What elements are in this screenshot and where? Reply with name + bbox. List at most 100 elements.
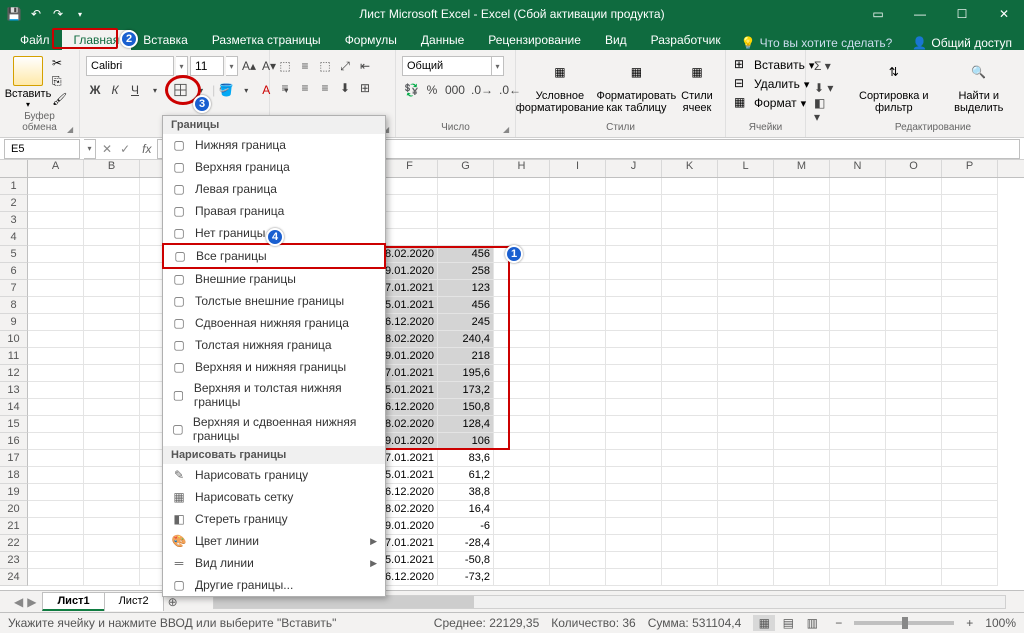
decrease-indent-icon[interactable]: ⇤: [356, 56, 374, 76]
cell[interactable]: [28, 212, 84, 229]
cell[interactable]: [494, 399, 550, 416]
cell[interactable]: [550, 399, 606, 416]
cell[interactable]: [774, 467, 830, 484]
borders-menu-item[interactable]: ▢Толстая нижняя граница: [163, 334, 385, 356]
cell[interactable]: [494, 212, 550, 229]
cell[interactable]: [606, 467, 662, 484]
cell[interactable]: [84, 467, 140, 484]
borders-draw-item[interactable]: ═Вид линии▶: [163, 552, 385, 574]
col-header-F[interactable]: F: [382, 160, 438, 177]
cell[interactable]: [550, 348, 606, 365]
cell[interactable]: [886, 314, 942, 331]
cell[interactable]: [662, 433, 718, 450]
fill-color-dropdown-icon[interactable]: ▾: [237, 80, 255, 100]
cell[interactable]: 195,6: [438, 365, 494, 382]
cell[interactable]: [494, 365, 550, 382]
cell[interactable]: [84, 348, 140, 365]
cell[interactable]: [830, 331, 886, 348]
cell[interactable]: [886, 280, 942, 297]
tab-разработчик[interactable]: Разработчик: [639, 30, 733, 50]
cell[interactable]: [606, 314, 662, 331]
cell[interactable]: [942, 178, 998, 195]
underline-dropdown-icon[interactable]: ▾: [146, 80, 164, 100]
wrap-text-icon[interactable]: ⬇: [336, 78, 354, 98]
cell[interactable]: [662, 416, 718, 433]
sheet-nav-next-icon[interactable]: ▶: [27, 595, 36, 609]
cell[interactable]: [28, 569, 84, 586]
cell[interactable]: [28, 246, 84, 263]
cell[interactable]: [382, 212, 438, 229]
cell[interactable]: [438, 195, 494, 212]
cell[interactable]: -6: [438, 518, 494, 535]
cell[interactable]: [550, 365, 606, 382]
cut-icon[interactable]: ✂: [52, 56, 70, 72]
tab-данные[interactable]: Данные: [409, 30, 476, 50]
ribbon-options-icon[interactable]: ▭: [864, 4, 892, 24]
cell[interactable]: [494, 314, 550, 331]
cell[interactable]: [942, 229, 998, 246]
cell[interactable]: [606, 331, 662, 348]
cell[interactable]: [84, 229, 140, 246]
normal-view-icon[interactable]: ▦: [753, 615, 775, 631]
cell[interactable]: [718, 416, 774, 433]
cell[interactable]: [550, 280, 606, 297]
cell[interactable]: [830, 433, 886, 450]
cell[interactable]: [718, 348, 774, 365]
cell[interactable]: [662, 212, 718, 229]
cell[interactable]: [662, 399, 718, 416]
cell[interactable]: [886, 263, 942, 280]
cell[interactable]: [718, 178, 774, 195]
cell[interactable]: [550, 263, 606, 280]
cell[interactable]: [830, 314, 886, 331]
cell[interactable]: [886, 365, 942, 382]
align-left-icon[interactable]: ≡: [276, 78, 294, 98]
cell[interactable]: [942, 484, 998, 501]
cell[interactable]: 18.02.2020: [382, 501, 438, 518]
cell[interactable]: [28, 433, 84, 450]
cell[interactable]: [84, 501, 140, 518]
cell[interactable]: [830, 212, 886, 229]
cell[interactable]: 07.01.2021: [382, 450, 438, 467]
cell[interactable]: 05.01.2021: [382, 297, 438, 314]
insert-cells-button[interactable]: ⊞Вставить ▾: [734, 56, 814, 74]
borders-menu-item[interactable]: ▢Левая граница: [163, 178, 385, 200]
cell[interactable]: [84, 331, 140, 348]
cell[interactable]: [942, 382, 998, 399]
borders-menu-item[interactable]: ▢Верхняя и нижняя границы: [163, 356, 385, 378]
cell[interactable]: 19.01.2020: [382, 263, 438, 280]
cell[interactable]: [550, 178, 606, 195]
enter-formula-icon[interactable]: ✓: [120, 142, 130, 156]
borders-menu-item[interactable]: ▢Нижняя граница: [163, 134, 385, 156]
comma-icon[interactable]: 000: [443, 80, 467, 100]
cell[interactable]: [550, 569, 606, 586]
cell[interactable]: [494, 569, 550, 586]
borders-menu-item[interactable]: ▢Верхняя и сдвоенная нижняя границы: [163, 412, 385, 446]
cell[interactable]: [774, 484, 830, 501]
cell[interactable]: [774, 535, 830, 552]
cell[interactable]: [662, 314, 718, 331]
cell[interactable]: 106: [438, 433, 494, 450]
cell[interactable]: [550, 433, 606, 450]
redo-icon[interactable]: ↷: [50, 6, 66, 22]
cell[interactable]: [28, 416, 84, 433]
row-header[interactable]: 16: [0, 433, 28, 450]
cell[interactable]: 83,6: [438, 450, 494, 467]
cell[interactable]: [662, 382, 718, 399]
cell[interactable]: [28, 280, 84, 297]
cell[interactable]: [718, 229, 774, 246]
format-cells-button[interactable]: ▦Формат ▾: [734, 94, 814, 112]
borders-menu-item[interactable]: ▢Толстые внешние границы: [163, 290, 385, 312]
cell[interactable]: [606, 212, 662, 229]
cell[interactable]: [830, 399, 886, 416]
cell[interactable]: [830, 246, 886, 263]
fill-color-button[interactable]: 🪣: [217, 80, 235, 100]
cell[interactable]: 16.12.2020: [382, 399, 438, 416]
row-header[interactable]: 2: [0, 195, 28, 212]
cell[interactable]: [942, 416, 998, 433]
cell[interactable]: 18.02.2020: [382, 331, 438, 348]
percent-icon[interactable]: %: [423, 80, 441, 100]
cell[interactable]: 150,8: [438, 399, 494, 416]
cell[interactable]: [494, 348, 550, 365]
cell[interactable]: [886, 399, 942, 416]
cell[interactable]: [718, 246, 774, 263]
